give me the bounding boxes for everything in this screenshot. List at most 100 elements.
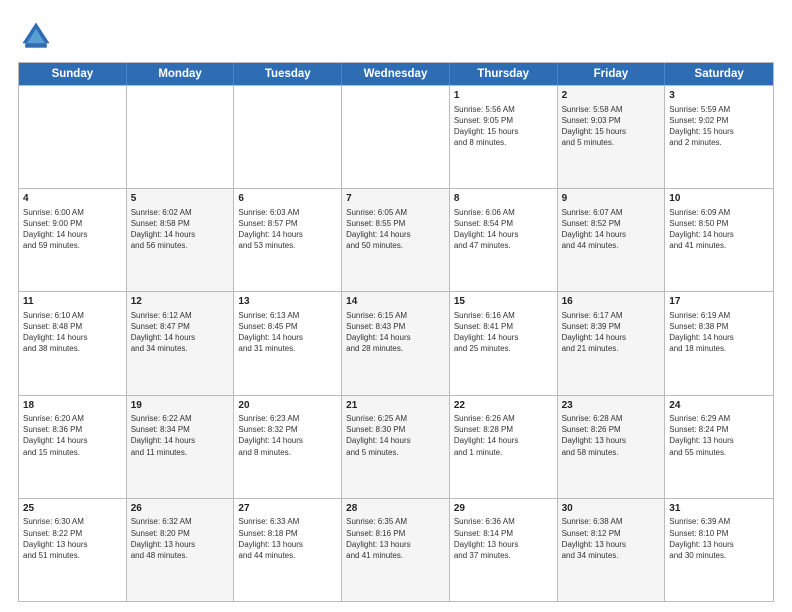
day-info: Sunrise: 6:00 AM Sunset: 9:00 PM Dayligh… — [23, 207, 122, 252]
day-info: Sunrise: 6:33 AM Sunset: 8:18 PM Dayligh… — [238, 516, 337, 561]
calendar-cell: 25Sunrise: 6:30 AM Sunset: 8:22 PM Dayli… — [19, 499, 127, 601]
calendar-cell: 6Sunrise: 6:03 AM Sunset: 8:57 PM Daylig… — [234, 189, 342, 291]
calendar-cell: 15Sunrise: 6:16 AM Sunset: 8:41 PM Dayli… — [450, 292, 558, 394]
day-info: Sunrise: 6:12 AM Sunset: 8:47 PM Dayligh… — [131, 310, 230, 355]
day-info: Sunrise: 6:28 AM Sunset: 8:26 PM Dayligh… — [562, 413, 661, 458]
day-number: 4 — [23, 192, 122, 206]
day-number: 7 — [346, 192, 445, 206]
day-number: 15 — [454, 295, 553, 309]
day-number: 31 — [669, 502, 769, 516]
calendar-cell: 23Sunrise: 6:28 AM Sunset: 8:26 PM Dayli… — [558, 396, 666, 498]
day-number: 10 — [669, 192, 769, 206]
calendar-cell: 28Sunrise: 6:35 AM Sunset: 8:16 PM Dayli… — [342, 499, 450, 601]
calendar-cell: 21Sunrise: 6:25 AM Sunset: 8:30 PM Dayli… — [342, 396, 450, 498]
day-info: Sunrise: 6:25 AM Sunset: 8:30 PM Dayligh… — [346, 413, 445, 458]
calendar: SundayMondayTuesdayWednesdayThursdayFrid… — [18, 62, 774, 602]
calendar-cell: 17Sunrise: 6:19 AM Sunset: 8:38 PM Dayli… — [665, 292, 773, 394]
weekday-header: Friday — [558, 63, 666, 85]
weekday-header: Sunday — [19, 63, 127, 85]
calendar-row: 18Sunrise: 6:20 AM Sunset: 8:36 PM Dayli… — [19, 395, 773, 498]
weekday-header: Tuesday — [234, 63, 342, 85]
calendar-row: 11Sunrise: 6:10 AM Sunset: 8:48 PM Dayli… — [19, 291, 773, 394]
calendar-cell: 24Sunrise: 6:29 AM Sunset: 8:24 PM Dayli… — [665, 396, 773, 498]
day-number: 19 — [131, 399, 230, 413]
day-number: 29 — [454, 502, 553, 516]
header — [18, 18, 774, 54]
day-number: 12 — [131, 295, 230, 309]
day-info: Sunrise: 5:59 AM Sunset: 9:02 PM Dayligh… — [669, 104, 769, 149]
calendar-cell: 30Sunrise: 6:38 AM Sunset: 8:12 PM Dayli… — [558, 499, 666, 601]
calendar-cell: 13Sunrise: 6:13 AM Sunset: 8:45 PM Dayli… — [234, 292, 342, 394]
day-number: 2 — [562, 89, 661, 103]
day-number: 6 — [238, 192, 337, 206]
calendar-cell: 19Sunrise: 6:22 AM Sunset: 8:34 PM Dayli… — [127, 396, 235, 498]
calendar-cell: 4Sunrise: 6:00 AM Sunset: 9:00 PM Daylig… — [19, 189, 127, 291]
day-info: Sunrise: 6:32 AM Sunset: 8:20 PM Dayligh… — [131, 516, 230, 561]
day-info: Sunrise: 6:19 AM Sunset: 8:38 PM Dayligh… — [669, 310, 769, 355]
day-info: Sunrise: 6:15 AM Sunset: 8:43 PM Dayligh… — [346, 310, 445, 355]
day-number: 28 — [346, 502, 445, 516]
calendar-cell: 20Sunrise: 6:23 AM Sunset: 8:32 PM Dayli… — [234, 396, 342, 498]
day-number: 23 — [562, 399, 661, 413]
day-number: 24 — [669, 399, 769, 413]
day-number: 5 — [131, 192, 230, 206]
calendar-cell: 1Sunrise: 5:56 AM Sunset: 9:05 PM Daylig… — [450, 86, 558, 188]
calendar-cell: 18Sunrise: 6:20 AM Sunset: 8:36 PM Dayli… — [19, 396, 127, 498]
day-info: Sunrise: 6:16 AM Sunset: 8:41 PM Dayligh… — [454, 310, 553, 355]
calendar-cell: 2Sunrise: 5:58 AM Sunset: 9:03 PM Daylig… — [558, 86, 666, 188]
day-info: Sunrise: 6:22 AM Sunset: 8:34 PM Dayligh… — [131, 413, 230, 458]
calendar-cell — [234, 86, 342, 188]
calendar-cell: 26Sunrise: 6:32 AM Sunset: 8:20 PM Dayli… — [127, 499, 235, 601]
calendar-cell: 7Sunrise: 6:05 AM Sunset: 8:55 PM Daylig… — [342, 189, 450, 291]
calendar-row: 1Sunrise: 5:56 AM Sunset: 9:05 PM Daylig… — [19, 85, 773, 188]
calendar-cell: 29Sunrise: 6:36 AM Sunset: 8:14 PM Dayli… — [450, 499, 558, 601]
day-info: Sunrise: 6:10 AM Sunset: 8:48 PM Dayligh… — [23, 310, 122, 355]
day-number: 11 — [23, 295, 122, 309]
day-info: Sunrise: 6:35 AM Sunset: 8:16 PM Dayligh… — [346, 516, 445, 561]
day-info: Sunrise: 6:36 AM Sunset: 8:14 PM Dayligh… — [454, 516, 553, 561]
day-info: Sunrise: 6:06 AM Sunset: 8:54 PM Dayligh… — [454, 207, 553, 252]
day-info: Sunrise: 6:20 AM Sunset: 8:36 PM Dayligh… — [23, 413, 122, 458]
day-info: Sunrise: 6:02 AM Sunset: 8:58 PM Dayligh… — [131, 207, 230, 252]
calendar-body: 1Sunrise: 5:56 AM Sunset: 9:05 PM Daylig… — [19, 85, 773, 601]
calendar-cell: 8Sunrise: 6:06 AM Sunset: 8:54 PM Daylig… — [450, 189, 558, 291]
day-info: Sunrise: 5:58 AM Sunset: 9:03 PM Dayligh… — [562, 104, 661, 149]
logo — [18, 18, 60, 54]
day-number: 18 — [23, 399, 122, 413]
day-number: 25 — [23, 502, 122, 516]
day-number: 22 — [454, 399, 553, 413]
day-number: 16 — [562, 295, 661, 309]
calendar-cell: 11Sunrise: 6:10 AM Sunset: 8:48 PM Dayli… — [19, 292, 127, 394]
calendar-cell: 3Sunrise: 5:59 AM Sunset: 9:02 PM Daylig… — [665, 86, 773, 188]
calendar-header: SundayMondayTuesdayWednesdayThursdayFrid… — [19, 63, 773, 85]
calendar-cell: 9Sunrise: 6:07 AM Sunset: 8:52 PM Daylig… — [558, 189, 666, 291]
calendar-cell: 27Sunrise: 6:33 AM Sunset: 8:18 PM Dayli… — [234, 499, 342, 601]
day-number: 3 — [669, 89, 769, 103]
day-number: 9 — [562, 192, 661, 206]
day-number: 21 — [346, 399, 445, 413]
calendar-cell: 14Sunrise: 6:15 AM Sunset: 8:43 PM Dayli… — [342, 292, 450, 394]
day-info: Sunrise: 6:05 AM Sunset: 8:55 PM Dayligh… — [346, 207, 445, 252]
day-info: Sunrise: 6:03 AM Sunset: 8:57 PM Dayligh… — [238, 207, 337, 252]
day-number: 30 — [562, 502, 661, 516]
day-info: Sunrise: 6:13 AM Sunset: 8:45 PM Dayligh… — [238, 310, 337, 355]
day-info: Sunrise: 6:09 AM Sunset: 8:50 PM Dayligh… — [669, 207, 769, 252]
day-info: Sunrise: 6:23 AM Sunset: 8:32 PM Dayligh… — [238, 413, 337, 458]
day-number: 17 — [669, 295, 769, 309]
day-info: Sunrise: 5:56 AM Sunset: 9:05 PM Dayligh… — [454, 104, 553, 149]
day-number: 20 — [238, 399, 337, 413]
calendar-cell — [19, 86, 127, 188]
day-info: Sunrise: 6:30 AM Sunset: 8:22 PM Dayligh… — [23, 516, 122, 561]
day-number: 26 — [131, 502, 230, 516]
day-info: Sunrise: 6:26 AM Sunset: 8:28 PM Dayligh… — [454, 413, 553, 458]
day-info: Sunrise: 6:29 AM Sunset: 8:24 PM Dayligh… — [669, 413, 769, 458]
calendar-row: 4Sunrise: 6:00 AM Sunset: 9:00 PM Daylig… — [19, 188, 773, 291]
day-number: 27 — [238, 502, 337, 516]
weekday-header: Saturday — [665, 63, 773, 85]
page: SundayMondayTuesdayWednesdayThursdayFrid… — [0, 0, 792, 612]
calendar-cell — [127, 86, 235, 188]
day-info: Sunrise: 6:38 AM Sunset: 8:12 PM Dayligh… — [562, 516, 661, 561]
calendar-cell: 16Sunrise: 6:17 AM Sunset: 8:39 PM Dayli… — [558, 292, 666, 394]
day-info: Sunrise: 6:17 AM Sunset: 8:39 PM Dayligh… — [562, 310, 661, 355]
calendar-cell: 5Sunrise: 6:02 AM Sunset: 8:58 PM Daylig… — [127, 189, 235, 291]
